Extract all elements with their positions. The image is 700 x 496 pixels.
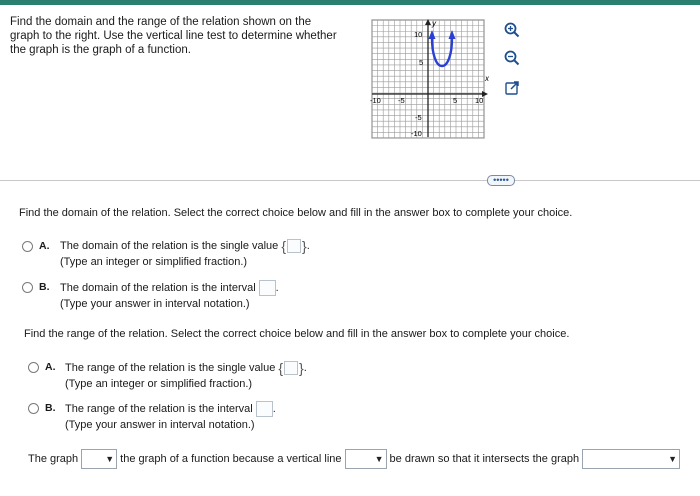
tick-y-10: 10 [414,30,422,39]
tick-x-neg5: -5 [398,96,405,105]
range-option-b-letter: B. [45,402,56,414]
range-option-a-letter: A. [45,361,56,373]
range-option-b-text: The range of the relation is the interva… [65,403,253,415]
sentence-part-2: the graph of a function because a vertic… [120,453,342,465]
prompt-line-2: graph to the right. Use the vertical lin… [10,30,337,42]
sentence-part-3: be drawn so that it intersects the graph [389,453,580,465]
tick-y-5: 5 [419,58,423,67]
domain-option-a: The domain of the relation is the single… [60,238,310,268]
tick-x-10: 10 [475,96,483,105]
domain-option-a-hint: (Type an integer or simplified fraction.… [60,256,248,268]
problem-prompt: Find the domain and the range of the rel… [10,15,350,57]
range-question: Find the range of the relation. Select t… [24,328,570,340]
domain-option-b-text: The domain of the relation is the interv… [60,282,256,294]
range-option-b-hint: (Type your answer in interval notation.) [65,419,255,431]
section-divider [0,180,700,181]
chevron-down-icon: ▼ [105,454,115,464]
range-single-value-input[interactable]: {} [278,360,303,376]
domain-question: Find the domain of the relation. Select … [19,207,573,219]
domain-option-b: The domain of the relation is the interv… [60,280,279,310]
x-axis-label: x [484,74,490,83]
domain-option-b-letter: B. [39,281,50,293]
graph-svg: y x 10 5 -10 -5 5 10 -5 -10 [370,19,490,139]
domain-single-value-input[interactable]: {} [281,238,306,254]
prompt-line-3: the graph is the graph of a function. [10,44,191,56]
top-accent-bar [0,0,700,5]
tick-x-neg10: -10 [370,96,381,105]
domain-option-b-radio[interactable] [22,282,33,293]
intersection-count-dropdown[interactable]: ▼ [582,449,681,469]
domain-option-b-hint: (Type your answer in interval notation.) [60,298,250,310]
relation-graph: y x 10 5 -10 -5 5 10 -5 -10 [368,16,490,142]
range-option-a-text: The range of the relation is the single … [65,362,276,374]
tick-y-neg5: -5 [415,113,422,122]
external-link-icon[interactable] [500,76,524,100]
domain-option-a-radio[interactable] [22,241,33,252]
range-option-b: The range of the relation is the interva… [65,401,276,431]
tick-x-5: 5 [453,96,457,105]
domain-interval-input[interactable] [258,280,276,296]
domain-option-a-letter: A. [39,240,50,252]
function-conclusion: The graph ▼ the graph of a function beca… [28,449,683,469]
range-option-a-radio[interactable] [28,362,39,373]
chevron-down-icon: ▼ [374,454,384,464]
range-option-b-radio[interactable] [28,403,39,414]
sentence-part-1: The graph [28,453,79,465]
prompt-line-1: Find the domain and the range of the rel… [10,16,312,28]
range-option-a-hint: (Type an integer or simplified fraction.… [65,378,253,390]
range-interval-input[interactable] [255,401,273,417]
chevron-down-icon: ▼ [668,454,678,464]
more-button[interactable]: ••••• [487,175,515,186]
can-be-drawn-dropdown[interactable]: ▼ [344,449,387,469]
tick-y-neg10: -10 [411,129,422,138]
is-function-dropdown[interactable]: ▼ [81,449,118,469]
zoom-in-icon[interactable] [500,18,524,42]
zoom-out-icon[interactable] [500,46,524,70]
domain-option-a-text: The domain of the relation is the single… [60,240,279,252]
range-option-a: The range of the relation is the single … [65,360,307,390]
